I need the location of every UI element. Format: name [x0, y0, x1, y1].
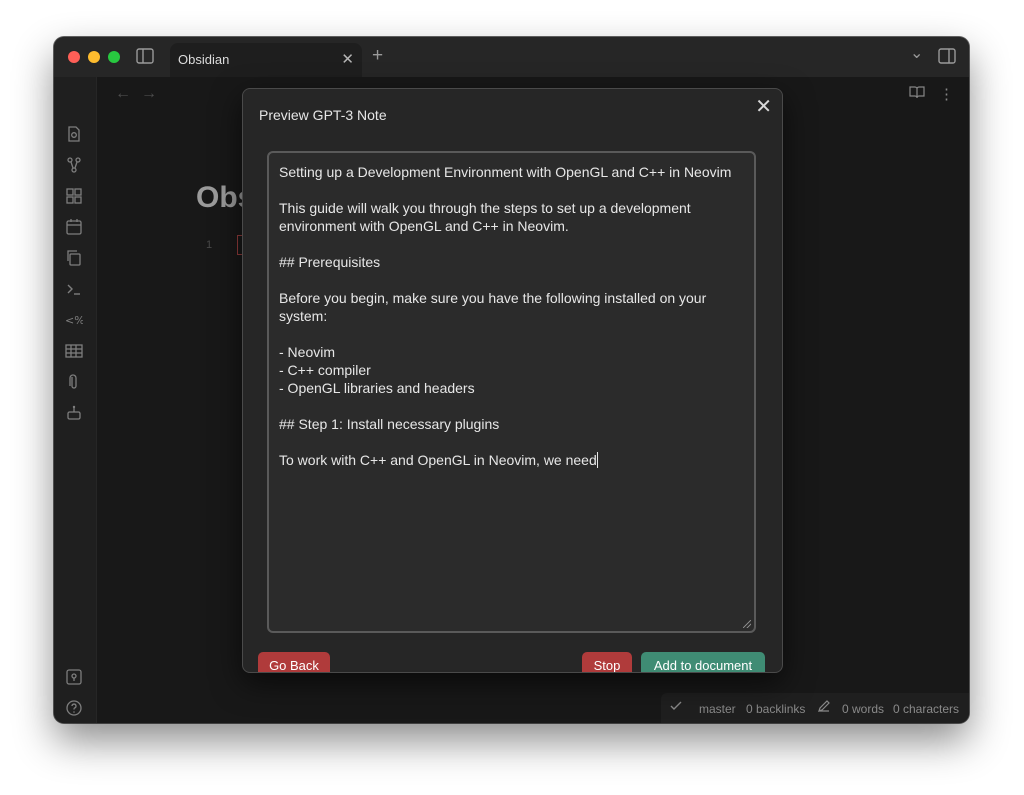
- note-content-text: Setting up a Development Environment wit…: [279, 164, 732, 468]
- stop-button[interactable]: Stop: [582, 652, 632, 672]
- app-window: Obsidian ✕ + ⌄ <% ← → ⋮ Obs 1 master 0 b…: [54, 37, 969, 723]
- maximize-window-button[interactable]: [108, 51, 120, 63]
- text-caret: [596, 452, 598, 468]
- new-tab-icon[interactable]: +: [372, 46, 383, 66]
- titlebar: Obsidian ✕ + ⌄: [54, 37, 969, 77]
- tab-obsidian[interactable]: Obsidian ✕: [170, 43, 362, 77]
- note-content-textarea[interactable]: Setting up a Development Environment wit…: [267, 151, 756, 633]
- right-sidebar-toggle-icon[interactable]: [938, 48, 956, 67]
- tab-title: Obsidian: [178, 52, 230, 67]
- resize-grip-icon[interactable]: [743, 620, 751, 628]
- chevron-down-icon[interactable]: ⌄: [910, 46, 923, 62]
- close-window-button[interactable]: [68, 51, 80, 63]
- sidebar-toggle-icon[interactable]: [136, 48, 154, 67]
- modal-title: Preview GPT-3 Note: [259, 107, 387, 123]
- go-back-button[interactable]: Go Back: [258, 652, 330, 672]
- close-icon[interactable]: ✕: [755, 97, 772, 117]
- tab-close-icon[interactable]: ✕: [341, 50, 354, 68]
- add-to-document-button[interactable]: Add to document: [641, 652, 765, 672]
- preview-gpt3-modal: Preview GPT-3 Note ✕ Setting up a Develo…: [242, 88, 783, 673]
- minimize-window-button[interactable]: [88, 51, 100, 63]
